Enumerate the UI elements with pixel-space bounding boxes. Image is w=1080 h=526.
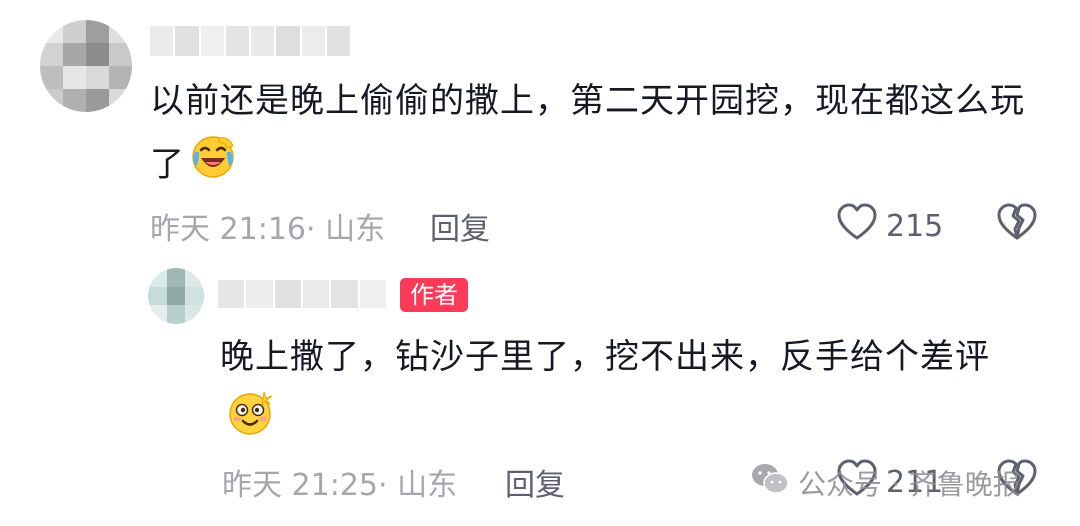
comment-time: 昨天 21:25 [222,468,378,503]
broken-heart-icon [996,203,1038,246]
avatar[interactable] [40,20,132,112]
comment-meta: 昨天 21:16· 山东 [150,204,385,248]
comment-location: · 山东 [306,212,386,247]
dizzy-smile-emoji-icon [224,388,276,456]
username-blurred[interactable] [218,280,386,308]
comment-text: 晚上撒了，钻沙子里了，挖不出来，反手给个差评 [220,326,1040,456]
laughing-crying-emoji-icon [189,132,237,200]
comment-thread: 以前还是晚上偷偷的撒上，第二天开园挖，现在都这么玩了 昨天 21:16· 山东 … [0,0,1080,526]
reply-button[interactable]: 回复 [430,204,490,248]
heart-icon [836,202,878,250]
watermark-text: 公众号 · 齐鲁晚报 [798,467,1021,501]
comment-body: 以前还是晚上偷偷的撒上，第二天开园挖，现在都这么玩了 [150,81,1025,185]
like-count: 215 [886,208,944,244]
comment-time: 昨天 21:16 [150,212,306,247]
author-badge: 作者 [400,278,468,312]
avatar[interactable] [148,268,204,324]
comment-location: · 山东 [378,468,458,503]
dislike-button[interactable] [996,202,1038,246]
like-button[interactable]: 215 [836,202,943,250]
reply-button[interactable]: 回复 [505,460,565,504]
watermark: 公众号 · 齐鲁晚报 [750,462,1021,503]
comment-body: 晚上撒了，钻沙子里了，挖不出来，反手给个差评 [220,337,990,377]
comment-meta: 昨天 21:25· 山东 [222,460,457,504]
comment-text: 以前还是晚上偷偷的撒上，第二天开园挖，现在都这么玩了 [150,70,1040,200]
wechat-icon [750,462,790,503]
username-blurred[interactable] [150,26,350,56]
